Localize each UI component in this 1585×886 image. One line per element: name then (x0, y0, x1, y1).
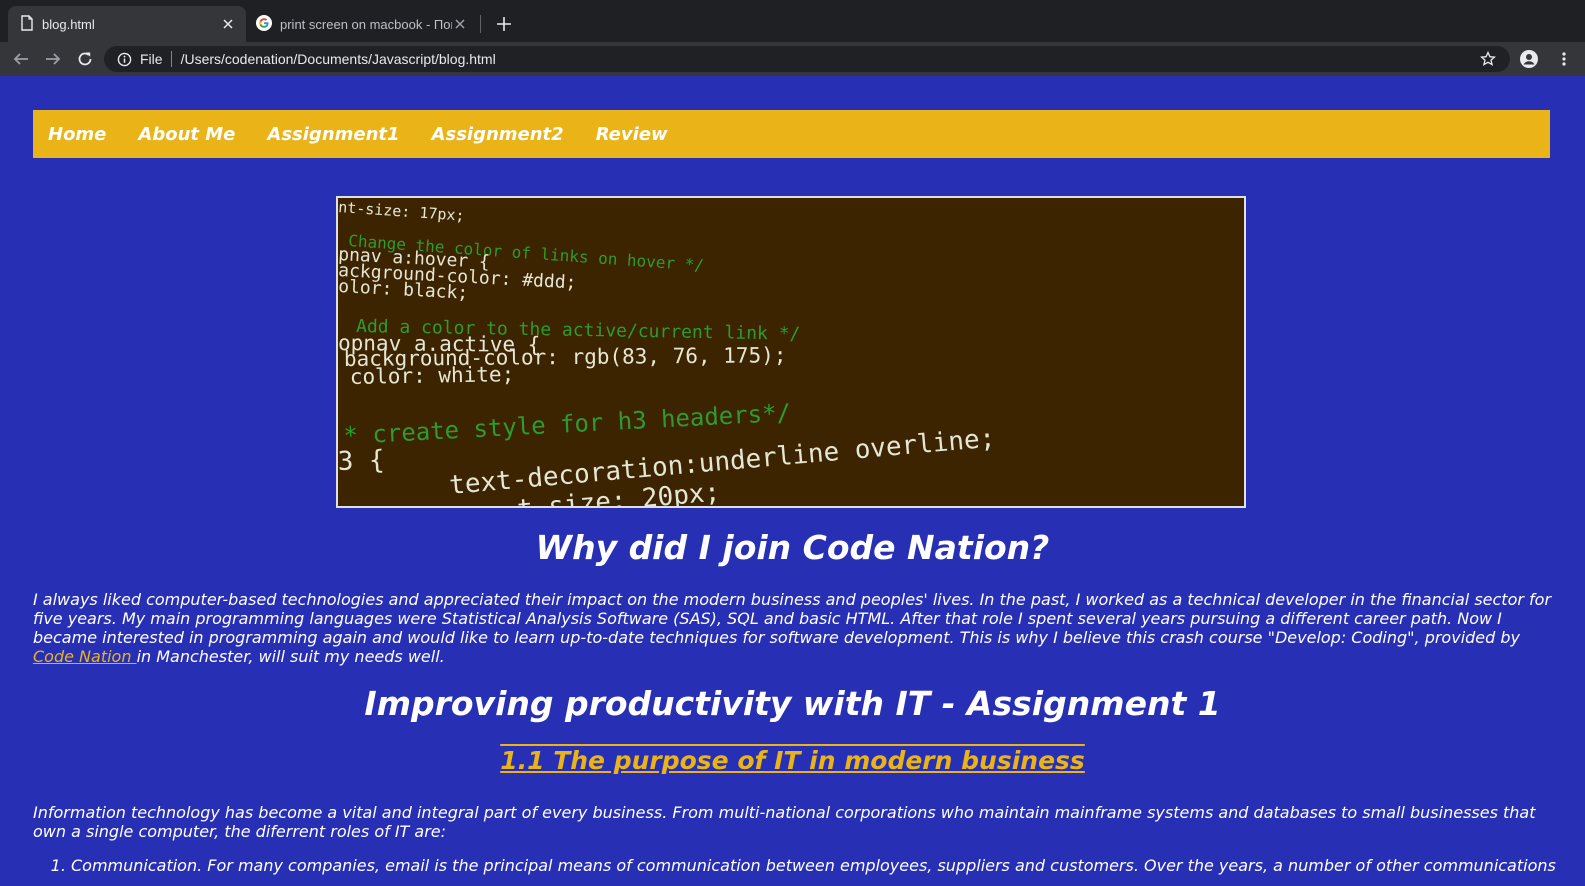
nav-home[interactable]: Home (33, 124, 122, 145)
tab-blog[interactable]: blog.html (8, 6, 246, 42)
code-line: color: white; (350, 362, 515, 389)
section-heading: 1.1 The purpose of IT in modern business (0, 746, 1585, 775)
assignment-heading: Improving productivity with IT - Assignm… (364, 684, 1221, 723)
nav-review[interactable]: Review (580, 124, 684, 145)
info-icon[interactable] (116, 51, 132, 67)
reload-icon[interactable] (76, 50, 94, 68)
url-path: /Users/codenation/Documents/Javascript/b… (180, 51, 496, 67)
close-tab-icon[interactable] (220, 16, 236, 32)
tab-title: blog.html (42, 16, 95, 32)
more-menu-icon[interactable] (1555, 50, 1573, 68)
why-text: I always liked computer-based technologi… (33, 590, 1552, 647)
roles-list: Communication. For many companies, email… (33, 856, 1585, 875)
close-tab-icon[interactable] (452, 16, 468, 32)
nav-assignment2[interactable]: Assignment2 (416, 124, 580, 145)
document-icon (20, 14, 34, 34)
nav-assignment1[interactable]: Assignment1 (251, 124, 415, 145)
hero-code-image: nt-size: 17px; Change the color of links … (336, 196, 1246, 508)
tab-search[interactable]: print screen on macbook - Поиск (246, 6, 478, 42)
code-line: 3 { (338, 445, 385, 477)
page-content: Home About Me Assignment1 Assignment2 Re… (0, 76, 1585, 886)
url-scheme: File (140, 51, 163, 67)
top-navigation: Home About Me Assignment1 Assignment2 Re… (33, 110, 1550, 158)
bookmark-star-icon[interactable] (1479, 50, 1497, 68)
new-tab-icon[interactable] (492, 12, 516, 36)
why-tail: in Manchester, will suit my needs well. (136, 647, 445, 666)
google-icon (256, 14, 272, 34)
browser-toolbar: File /Users/codenation/Documents/Javascr… (0, 42, 1585, 76)
why-paragraph: I always liked computer-based technologi… (33, 590, 1553, 666)
why-heading: Why did I join Code Nation? (535, 528, 1050, 567)
back-arrow-icon[interactable] (12, 50, 30, 68)
section-heading-text: 1.1 The purpose of IT in modern business (500, 746, 1085, 775)
list-item: Communication. For many companies, email… (71, 856, 1585, 875)
tab-title: print screen on macbook - Поиск (280, 16, 452, 32)
tab-divider (480, 15, 481, 33)
forward-arrow-icon[interactable] (44, 50, 62, 68)
address-bar[interactable]: File /Users/codenation/Documents/Javascr… (104, 46, 1510, 72)
divider (170, 51, 172, 67)
intro-paragraph: Information technology has become a vita… (33, 803, 1536, 841)
code-nation-link[interactable]: Code Nation (33, 647, 137, 666)
tab-strip: blog.html print screen on macbook - Поис… (0, 0, 1585, 42)
nav-about-me[interactable]: About Me (122, 124, 251, 145)
profile-avatar-icon[interactable] (1520, 50, 1538, 68)
